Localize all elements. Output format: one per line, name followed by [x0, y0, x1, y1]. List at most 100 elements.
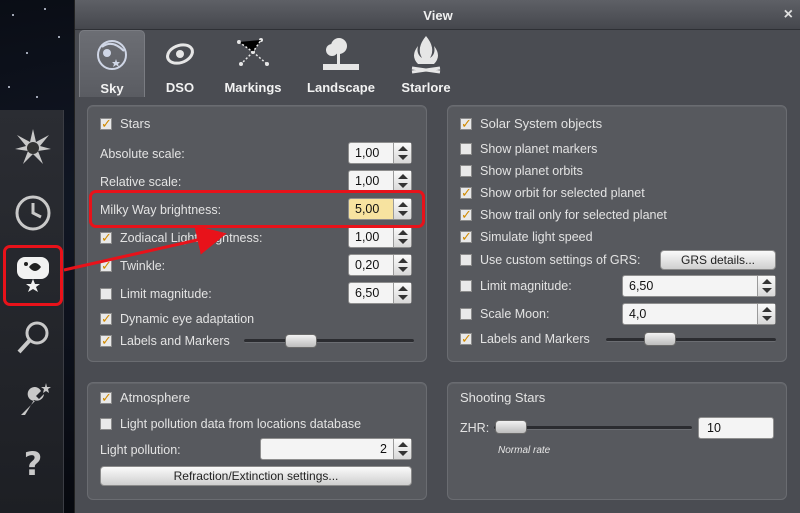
- stars-labels-checkbox[interactable]: Labels and Markers: [100, 331, 230, 351]
- checkbox[interactable]: [460, 205, 472, 225]
- checkbox[interactable]: [460, 280, 472, 292]
- option-label: Show planet markers: [480, 142, 598, 156]
- view-dialog: View × Sky DSO Markings Landscape Starlo…: [74, 0, 800, 513]
- checkbox[interactable]: [100, 309, 112, 329]
- scale-moon-spinbox[interactable]: 4,0: [622, 303, 776, 325]
- search-icon[interactable]: [10, 315, 56, 361]
- checkbox[interactable]: [100, 114, 112, 134]
- planet-markers-checkbox[interactable]: Show planet markers: [460, 139, 597, 159]
- checkbox[interactable]: [460, 227, 472, 247]
- slider-handle[interactable]: [644, 332, 676, 346]
- pollution-db-label: Light pollution data from locations data…: [120, 417, 362, 431]
- spinbox-arrows[interactable]: [393, 439, 411, 459]
- tab-starlore[interactable]: Starlore: [391, 30, 461, 97]
- limit-magnitude-spinbox[interactable]: 6,50: [348, 282, 412, 304]
- tab-landscape[interactable]: Landscape: [299, 30, 383, 97]
- checkbox[interactable]: [460, 143, 472, 155]
- twinkle-checkbox[interactable]: Twinkle:: [100, 256, 165, 276]
- scale-moon-checkbox[interactable]: Scale Moon:: [460, 304, 549, 324]
- configuration-icon[interactable]: [10, 378, 56, 424]
- limit-magnitude-checkbox[interactable]: Limit magnitude:: [100, 284, 212, 304]
- close-icon[interactable]: ×: [784, 6, 793, 24]
- planet-orbits-checkbox[interactable]: Show planet orbits: [460, 161, 583, 181]
- option-label: Show orbit for selected planet: [480, 186, 645, 200]
- tab-label: Landscape: [307, 80, 375, 95]
- absolute-scale-label: Absolute scale:: [100, 147, 185, 161]
- checkbox[interactable]: [460, 183, 472, 203]
- solar-limit-spinbox[interactable]: 6,50: [622, 275, 776, 297]
- solar-system-checkbox[interactable]: Solar System objects: [460, 114, 602, 134]
- stars-labels-label: Labels and Markers: [120, 334, 230, 348]
- checkbox[interactable]: [460, 165, 472, 177]
- twinkle-spinbox[interactable]: 0,20: [348, 254, 412, 276]
- spinbox-value[interactable]: 4,0: [623, 304, 646, 324]
- slider-handle[interactable]: [285, 334, 317, 348]
- stars-checkbox[interactable]: Stars: [100, 114, 150, 134]
- location-icon[interactable]: [10, 124, 56, 170]
- tab-dso[interactable]: DSO: [147, 30, 213, 97]
- spinbox-value[interactable]: 6,50: [349, 283, 379, 303]
- spinbox-value[interactable]: 1,00: [349, 227, 379, 247]
- spinbox-value[interactable]: 6,50: [623, 276, 653, 296]
- spinbox-arrows[interactable]: [393, 143, 411, 163]
- spinbox-arrows[interactable]: [393, 255, 411, 275]
- title-bar[interactable]: View ×: [75, 0, 800, 30]
- slider-handle[interactable]: [495, 420, 527, 434]
- stars-labels-slider[interactable]: [244, 339, 414, 343]
- spinbox-arrows[interactable]: [393, 283, 411, 303]
- spinbox-arrows[interactable]: [757, 304, 775, 324]
- grs-details-button[interactable]: GRS details...: [660, 250, 776, 270]
- checkbox[interactable]: [100, 288, 112, 300]
- light-pollution-spinbox[interactable]: 2: [260, 438, 412, 460]
- checkbox[interactable]: [100, 388, 112, 408]
- relative-scale-spinbox[interactable]: 1,00: [348, 170, 412, 192]
- clock-icon[interactable]: [10, 190, 56, 236]
- spinbox-value[interactable]: 0,20: [349, 255, 379, 275]
- shooting-heading: Shooting Stars: [460, 390, 546, 405]
- grs-label: Use custom settings of GRS:: [480, 253, 641, 267]
- zodiacal-checkbox[interactable]: Zodiacal Light brightness:: [100, 228, 262, 248]
- checkbox[interactable]: [100, 331, 112, 351]
- checkbox[interactable]: [100, 228, 112, 248]
- checkbox[interactable]: [460, 329, 472, 349]
- tab-label: Sky: [100, 81, 124, 96]
- solar-labels-checkbox[interactable]: Labels and Markers: [460, 329, 590, 349]
- grs-checkbox[interactable]: Use custom settings of GRS:: [460, 250, 640, 270]
- dynamic-eye-checkbox[interactable]: Dynamic eye adaptation: [100, 309, 254, 329]
- checkbox[interactable]: [460, 254, 472, 266]
- tab-label: Markings: [224, 80, 282, 95]
- checkbox[interactable]: [100, 418, 112, 430]
- refraction-settings-button[interactable]: Refraction/Extinction settings...: [100, 466, 412, 486]
- atmosphere-checkbox[interactable]: Atmosphere: [100, 388, 190, 408]
- atmosphere-heading: Atmosphere: [120, 390, 191, 405]
- pollution-db-checkbox[interactable]: Light pollution data from locations data…: [100, 414, 361, 434]
- tab-sky[interactable]: Sky: [79, 30, 145, 97]
- spinbox-value[interactable]: 2: [261, 439, 391, 459]
- solar-labels-slider[interactable]: [606, 338, 776, 342]
- checkbox[interactable]: [460, 308, 472, 320]
- left-toolbar: ?: [0, 110, 64, 513]
- zodiacal-spinbox[interactable]: 1,00: [348, 226, 412, 248]
- spinbox-arrows[interactable]: [757, 276, 775, 296]
- annotation-highlight-sidebar: [3, 245, 63, 306]
- stars-heading: Stars: [120, 116, 151, 131]
- checkbox[interactable]: [100, 256, 112, 276]
- light-pollution-label: Light pollution:: [100, 443, 181, 457]
- checkbox[interactable]: [460, 114, 472, 134]
- option-label: Show trail only for selected planet: [480, 208, 667, 222]
- light-speed-checkbox[interactable]: Simulate light speed: [460, 227, 593, 247]
- trail-selected-checkbox[interactable]: Show trail only for selected planet: [460, 205, 667, 225]
- campfire-icon: [411, 36, 441, 74]
- orbit-selected-checkbox[interactable]: Show orbit for selected planet: [460, 183, 645, 203]
- absolute-scale-spinbox[interactable]: 1,00: [348, 142, 412, 164]
- spinbox-value[interactable]: 1,00: [349, 143, 379, 163]
- spinbox-arrows[interactable]: [393, 171, 411, 191]
- spinbox-arrows[interactable]: [393, 227, 411, 247]
- solar-limit-checkbox[interactable]: Limit magnitude:: [460, 276, 572, 296]
- tab-markings[interactable]: Markings: [217, 30, 289, 97]
- sky-icon: [97, 40, 127, 70]
- atmosphere-panel: Atmosphere Light pollution data from loc…: [87, 382, 427, 500]
- spinbox-value[interactable]: 1,00: [349, 171, 379, 191]
- zhr-field[interactable]: 10: [698, 417, 774, 439]
- help-icon[interactable]: ?: [10, 440, 56, 486]
